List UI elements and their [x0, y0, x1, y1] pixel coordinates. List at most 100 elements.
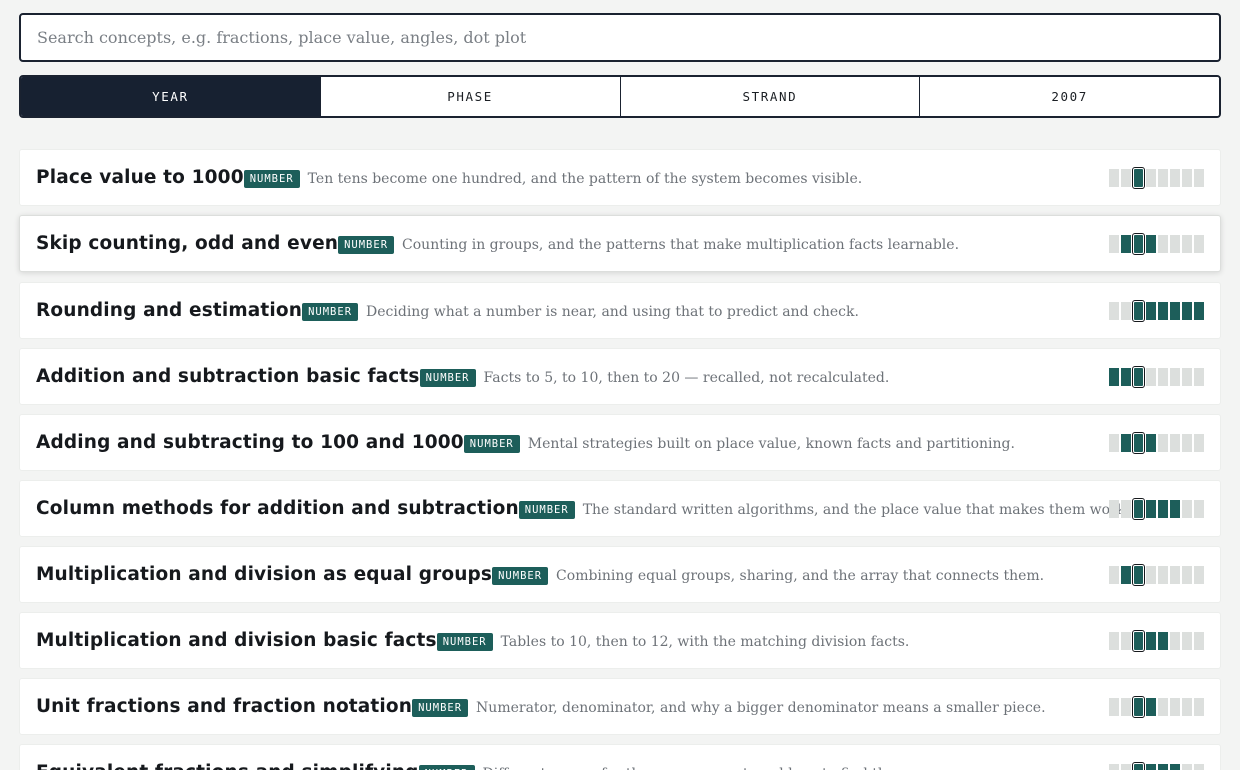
concept-description: Ten tens become one hundred, and the pat…: [307, 171, 863, 187]
grouping-tabs: YEAR PHASE STRAND 2007: [19, 75, 1221, 118]
meter-cell: [1109, 698, 1119, 716]
year-range-meter: [1109, 564, 1204, 586]
concept-title: Place value to 1000: [36, 167, 244, 188]
search-input[interactable]: [37, 28, 1219, 47]
tab-2007[interactable]: 2007: [919, 77, 1219, 116]
meter-current-marker: [1132, 167, 1145, 189]
concept-row-rounding-and-estimation[interactable]: Rounding and estimation NUMBER Deciding wh…: [19, 282, 1221, 339]
year-range-meter: [1109, 498, 1204, 520]
meter-cell: [1182, 566, 1192, 584]
meter-cell: [1121, 632, 1131, 650]
concept-title: Unit fractions and fraction notation: [36, 696, 413, 717]
concept-description: Tables to 10, then to 12, with the match…: [500, 634, 910, 650]
meter-cell: [1182, 632, 1192, 650]
meter-cell: [1146, 169, 1156, 187]
tab-strand[interactable]: STRAND: [619, 77, 920, 116]
concept-description: Facts to 5, to 10, then to 20 — recalled…: [483, 370, 890, 386]
meter-cell: [1194, 169, 1204, 187]
meter-cell: [1182, 434, 1192, 452]
concept-title: Equivalent fractions and simplifying: [36, 762, 419, 770]
meter-cell: [1109, 368, 1119, 386]
meter-cell: [1194, 698, 1204, 716]
meter-cell: [1194, 368, 1204, 386]
meter-current-marker: [1132, 233, 1145, 255]
year-range-meter: [1109, 762, 1204, 770]
meter-cell: [1109, 434, 1119, 452]
meter-cell: [1158, 566, 1168, 584]
concept-row-multiplication-and-division-as-equal-groups[interactable]: Multiplication and division as equal gro…: [19, 546, 1221, 603]
year-range-meter: [1109, 300, 1204, 322]
meter-cell: [1146, 235, 1156, 253]
meter-cell: [1158, 632, 1168, 650]
meter-cell: [1121, 500, 1131, 518]
concept-description: Numerator, denominator, and why a bigger…: [476, 700, 1046, 716]
concept-row-multiplication-and-division-basic-facts[interactable]: Multiplication and division basic facts N…: [19, 612, 1221, 669]
meter-current-marker: [1132, 498, 1145, 520]
meter-cell: [1170, 566, 1180, 584]
meter-current-marker: [1132, 762, 1145, 770]
meter-cell: [1121, 235, 1131, 253]
meter-cell: [1146, 302, 1156, 320]
meter-cell: [1121, 434, 1131, 452]
year-range-meter: [1109, 366, 1204, 388]
meter-cell: [1109, 302, 1119, 320]
concept-description: Mental strategies built on place value, …: [527, 436, 1015, 452]
meter-cell: [1158, 169, 1168, 187]
concept-title: Skip counting, odd and even: [36, 233, 339, 254]
meter-cell: [1121, 764, 1131, 770]
concept-row-place-value-to-1000[interactable]: Place value to 1000 NUMBER Ten tens become…: [19, 149, 1221, 206]
meter-cell: [1109, 169, 1119, 187]
meter-cell: [1121, 368, 1131, 386]
concept-title: Rounding and estimation: [36, 300, 303, 321]
meter-cell: [1194, 302, 1204, 320]
meter-cell: [1121, 698, 1131, 716]
meter-cell: [1146, 764, 1156, 770]
search-box[interactable]: [19, 13, 1221, 62]
strand-badge: NUMBER: [518, 500, 575, 519]
concept-title: Multiplication and division basic facts: [36, 630, 437, 651]
concept-description: Counting in groups, and the patterns tha…: [402, 237, 960, 253]
year-range-meter: [1109, 233, 1204, 255]
meter-cell: [1182, 169, 1192, 187]
strand-badge: NUMBER: [412, 698, 469, 717]
meter-cell: [1146, 566, 1156, 584]
strand-badge: NUMBER: [338, 235, 395, 254]
strand-badge: NUMBER: [302, 302, 359, 321]
meter-cell: [1158, 302, 1168, 320]
meter-cell: [1194, 632, 1204, 650]
strand-badge: NUMBER: [243, 169, 300, 188]
concept-title: Addition and subtraction basic facts: [36, 366, 420, 387]
meter-cell: [1194, 500, 1204, 518]
year-range-meter: [1109, 630, 1204, 652]
meter-cell: [1170, 500, 1180, 518]
tab-phase[interactable]: PHASE: [319, 77, 620, 116]
tab-year[interactable]: YEAR: [21, 77, 320, 116]
concept-row-addition-and-subtraction-basic-facts[interactable]: Addition and subtraction basic facts NUMB…: [19, 348, 1221, 405]
strand-badge: NUMBER: [418, 764, 475, 770]
concept-row-unit-fractions-and-fraction-notation[interactable]: Unit fractions and fraction notation NUMB…: [19, 678, 1221, 735]
strand-badge: NUMBER: [492, 566, 549, 585]
concept-row-equivalent-fractions-and-simplifying[interactable]: Equivalent fractions and simplifyingNUMB…: [19, 744, 1221, 770]
meter-current-marker: [1132, 630, 1145, 652]
concept-title: Column methods for addition and subtract…: [36, 498, 519, 519]
meter-cell: [1158, 368, 1168, 386]
meter-cell: [1182, 302, 1192, 320]
meter-current-marker: [1132, 432, 1145, 454]
meter-cell: [1194, 764, 1204, 770]
concept-row-adding-and-subtracting-to-100-and-1000[interactable]: Adding and subtracting to 100 and 1000 NU…: [19, 414, 1221, 471]
concept-title: Adding and subtracting to 100 and 1000: [36, 432, 464, 453]
year-range-meter: [1109, 167, 1204, 189]
concept-list[interactable]: Place value to 1000 NUMBER Ten tens become…: [0, 129, 1240, 770]
meter-cell: [1170, 235, 1180, 253]
meter-cell: [1170, 632, 1180, 650]
concept-row-skip-counting-odd-and-even[interactable]: Skip counting, odd and even NUMBER Countin…: [19, 215, 1221, 272]
concept-description: Different names for the same amount, and…: [483, 766, 913, 770]
meter-cell: [1194, 566, 1204, 584]
meter-cell: [1146, 698, 1156, 716]
concept-row-column-methods-for-addition-and-subtraction[interactable]: Column methods for addition and subtract…: [19, 480, 1221, 537]
meter-cell: [1170, 169, 1180, 187]
meter-cell: [1182, 698, 1192, 716]
meter-cell: [1170, 302, 1180, 320]
strand-badge: NUMBER: [436, 632, 493, 651]
meter-cell: [1182, 368, 1192, 386]
